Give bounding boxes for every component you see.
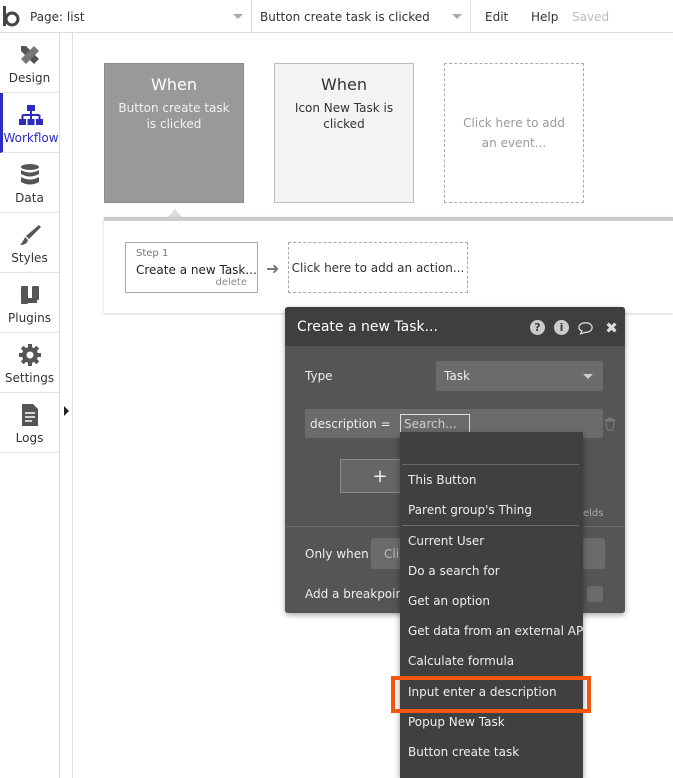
gear-icon — [17, 342, 43, 368]
step-number: Step 1 — [136, 248, 169, 259]
collapse-arrow-icon[interactable] — [64, 406, 69, 416]
event-select[interactable]: Button create task is clicked — [252, 0, 471, 33]
dropdown-item[interactable]: Button create task — [408, 745, 519, 759]
sidebar-item-settings[interactable]: Settings — [0, 333, 59, 393]
step-title: Create a new Task... — [136, 263, 257, 277]
comment-icon[interactable] — [578, 320, 593, 335]
edit-menu[interactable]: Edit — [485, 0, 508, 33]
breakpoint-label: Add a breakpoint — [305, 587, 408, 601]
event-when-label: When — [321, 75, 367, 94]
chevron-down-icon — [583, 374, 593, 379]
sidebar-item-logs[interactable]: Logs — [0, 393, 59, 453]
top-bar: Page: list Button create task is clicked… — [0, 0, 673, 33]
editor-title: Create a new Task... — [297, 319, 438, 335]
dropdown-item[interactable]: This Button — [408, 473, 477, 487]
workflow-icon — [18, 102, 44, 128]
event-name: Icon New Task is clicked — [294, 101, 394, 131]
page-select[interactable]: Page: list — [22, 0, 252, 33]
editor-header[interactable]: Create a new Task... ? i ✖ — [285, 307, 625, 346]
sidebar-item-label: Plugins — [8, 311, 51, 325]
dropdown-item[interactable]: Popup New Task — [408, 715, 505, 729]
dropdown-item[interactable]: Do a search for — [408, 564, 500, 578]
type-select[interactable]: Task — [436, 361, 603, 391]
trash-icon[interactable] — [603, 417, 617, 431]
search-input[interactable] — [400, 414, 470, 434]
search-dropdown: This Button Parent group's Thing Current… — [400, 432, 583, 778]
sidebar-item-label: Logs — [15, 431, 44, 445]
highlight-box — [391, 676, 591, 713]
event-name: Button create task is clicked — [118, 101, 230, 131]
dropdown-item[interactable]: Calculate formula — [408, 654, 514, 668]
plugin-icon — [17, 282, 43, 308]
chevron-down-icon — [452, 14, 462, 19]
sidebar-item-label: Design — [8, 71, 51, 85]
design-icon — [17, 42, 43, 68]
close-icon[interactable]: ✖ — [604, 319, 619, 337]
event-select-value: Button create task is clicked — [260, 9, 430, 24]
sidebar-item-label: Settings — [4, 371, 55, 385]
field-label-description: description = — [310, 417, 391, 431]
event-card-icon-new-task[interactable]: When Icon New Task is clicked — [274, 63, 414, 203]
fields-text: elds — [583, 508, 604, 519]
dropdown-item[interactable]: Current User — [408, 534, 484, 548]
brush-icon — [17, 222, 43, 248]
type-label: Type — [305, 369, 333, 383]
sidebar-item-styles[interactable]: Styles — [0, 213, 59, 273]
dropdown-item[interactable]: Get data from an external API — [408, 624, 583, 638]
event-when-label: When — [151, 75, 197, 94]
document-icon — [17, 402, 43, 428]
sidebar-item-label: Workflow — [3, 131, 59, 145]
add-event-placeholder[interactable]: Click here to add an event... — [444, 63, 584, 203]
selected-event-pointer — [168, 209, 182, 217]
type-select-value: Task — [444, 369, 470, 383]
sidebar-item-design[interactable]: Design — [0, 33, 59, 93]
breakpoint-checkbox[interactable] — [587, 586, 603, 602]
only-when-label: Only when — [305, 547, 369, 561]
saved-status: Saved — [572, 9, 610, 24]
arrow-right-icon: ➜ — [266, 259, 280, 278]
info-icon[interactable]: i — [554, 320, 569, 335]
database-icon — [17, 162, 43, 188]
event-card-button-create-task[interactable]: When Button create task is clicked — [104, 63, 244, 203]
help-menu[interactable]: Help — [531, 0, 558, 33]
sidebar: Design Workflow Data Styles Plugins Sett… — [0, 33, 60, 778]
bubble-logo-icon[interactable] — [1, 4, 21, 28]
sidebar-item-label: Styles — [11, 251, 48, 265]
dropdown-separator — [402, 525, 579, 526]
sidebar-item-label: Data — [15, 191, 44, 205]
add-action-placeholder[interactable]: Click here to add an action... — [288, 242, 468, 293]
dropdown-separator — [402, 464, 579, 465]
chevron-down-icon — [233, 14, 243, 19]
page-select-value: Page: list — [30, 9, 85, 24]
sidebar-item-workflow[interactable]: Workflow — [0, 93, 59, 153]
step-1-card[interactable]: Step 1 Create a new Task... delete — [125, 242, 258, 293]
dropdown-item[interactable]: Get an option — [408, 594, 490, 608]
step-delete-link[interactable]: delete — [215, 277, 247, 288]
help-icon[interactable]: ? — [530, 320, 545, 335]
sidebar-item-data[interactable]: Data — [0, 153, 59, 213]
sidebar-item-plugins[interactable]: Plugins — [0, 273, 59, 333]
action-bar: Step 1 Create a new Task... delete ➜ Cli… — [104, 217, 673, 313]
dropdown-item[interactable]: Parent group's Thing — [408, 503, 532, 517]
